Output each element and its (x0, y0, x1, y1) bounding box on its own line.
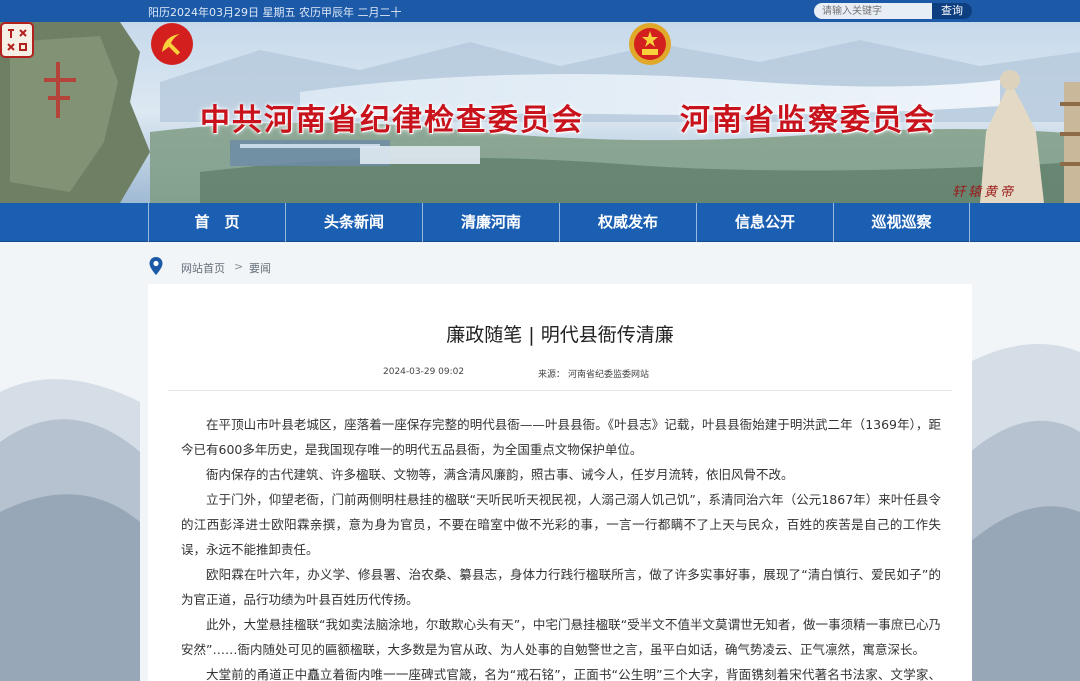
article-date: 2024-03-29 09:02 (383, 367, 465, 377)
calligraphy-text: 轩辕黄帝 (952, 185, 1017, 200)
search-button[interactable]: 查询 (932, 3, 972, 19)
article-card: 廉政随笔 | 明代县衙传清廉 2024-03-29 09:02 来源： 河南省纪… (148, 284, 972, 681)
location-pin-icon (149, 257, 163, 275)
breadcrumb-separator: > (234, 260, 244, 273)
nav-item-inspection[interactable]: 巡视巡察 (833, 203, 970, 242)
party-emblem-icon (151, 23, 193, 65)
article-title: 廉政随笔 | 明代县衙传清廉 (446, 324, 674, 346)
article-paragraph: 在平顶山市叶县老城区，座落着一座保存完整的明代县衙——叶县县衙。《叶县志》记载，… (181, 417, 941, 457)
article-source-label: 来源： (538, 370, 566, 380)
article-paragraph: 立于门外，仰望老衙，门前两侧明柱悬挂的楹联“天听民听天视民视，人溺己溺人饥己饥”… (181, 492, 941, 557)
nav-item-clean-henan[interactable]: 清廉河南 (422, 203, 559, 242)
nav-item-info-disclosure[interactable]: 信息公开 (696, 203, 833, 242)
main-nav: 首 页 头条新闻 清廉河南 权威发布 信息公开 巡视巡察 (0, 203, 1080, 242)
article-source: 河南省纪委监委网站 (568, 370, 650, 380)
article-body: 在平顶山市叶县老城区，座落着一座保存完整的明代县衙——叶县县衙。《叶县志》记载，… (181, 412, 941, 681)
article-paragraph: 衙内保存的古代建筑、许多楹联、文物等，满含清风廉韵，照古事、诫今人，任岁月流转，… (206, 467, 794, 482)
header-banner: 中共河南省纪律检查委员会 河南省监察委员会 轩辕黄帝 (0, 22, 1080, 203)
calendar-date: 阳历2024年03月29日 星期五 农历甲辰年 二月二十 (148, 6, 402, 19)
nav-item-authoritative-release[interactable]: 权威发布 (559, 203, 696, 242)
article-paragraph: 欧阳霖在叶六年，办义学、修县署、治农桑、纂县志，身体力行践行楹联所言，做了许多实… (181, 567, 941, 607)
top-info-bar: 阳历2024年03月29日 星期五 农历甲辰年 二月二十 查询 (0, 0, 1080, 22)
breadcrumb-home-link[interactable]: 网站首页 (181, 260, 225, 276)
nav-item-home[interactable]: 首 页 (148, 203, 285, 242)
nav-item-headlines[interactable]: 头条新闻 (285, 203, 422, 242)
seal-stamp-icon (0, 22, 34, 58)
site-title-supervision: 河南省监察委员会 (680, 103, 936, 138)
article-paragraph: 此外，大堂悬挂楹联“我如卖法脑涂地，尔敢欺心头有天”，中宅门悬挂楹联“受半文不值… (181, 617, 941, 657)
national-emblem-icon (629, 23, 671, 65)
divider (168, 390, 952, 391)
search-input[interactable] (814, 3, 932, 19)
site-title-party: 中共河南省纪律检查委员会 (200, 103, 584, 138)
article-paragraph: 大堂前的甬道正中矗立着衙内唯一一座碑式官箴，名为“戒石铭”，正面书“公生明”三个… (206, 667, 941, 681)
breadcrumb-current-link[interactable]: 要闻 (249, 260, 271, 276)
